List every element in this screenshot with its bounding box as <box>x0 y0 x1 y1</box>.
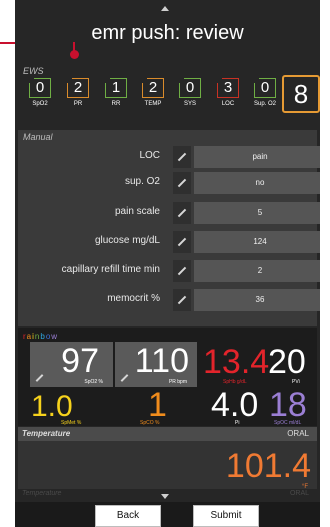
ews-score: 2 <box>142 78 164 98</box>
ews-label: SYS <box>183 101 196 107</box>
ews-item-rr: 1 RR <box>103 78 129 108</box>
manual-section-label: Manual <box>23 132 53 142</box>
pvi-label: PVi <box>292 379 300 385</box>
spmet-label: SpMet % <box>61 420 82 426</box>
spco-value: 1 <box>148 386 167 424</box>
manual-row-value[interactable]: 2 <box>194 260 320 282</box>
temperature-label: Temperature <box>22 429 71 438</box>
submit-button[interactable]: Submit <box>193 505 259 527</box>
edit-pencil-icon[interactable] <box>173 172 191 194</box>
ews-score: 3 <box>217 78 239 98</box>
page-title: emr push: review <box>91 22 244 44</box>
manual-panel: Manual LOC pain sup. O2 no pain scale 5 … <box>18 130 320 326</box>
ews-row: 0 SpO2 2 PR 1 RR 2 TEMP 0 SYS 3 LOC 0 Su… <box>15 78 320 124</box>
spo2-value: 97 <box>61 342 99 380</box>
sphb-label: SpHb g/dL <box>223 379 247 385</box>
scroll-down-icon[interactable] <box>161 494 169 499</box>
ews-label: Sup. O2 <box>253 101 276 107</box>
manual-row-label: pain scale <box>114 206 160 217</box>
edit-pencil-icon[interactable] <box>35 374 44 382</box>
manual-row-label: capillary refill time min <box>61 264 160 275</box>
ews-label: TEMP <box>144 101 162 107</box>
manual-row-value[interactable]: 5 <box>194 202 320 224</box>
manual-row-label: glucose mg/dL <box>94 235 160 246</box>
back-button[interactable]: Back <box>95 505 161 527</box>
pi-value: 4.0 <box>211 386 259 424</box>
temperature-panel[interactable]: 101.4 <box>18 441 317 489</box>
pi-label: Pi <box>235 420 240 426</box>
temperature-site: ORAL <box>287 429 309 438</box>
manual-row-memocrit: memocrit % 36 <box>18 289 320 311</box>
manual-row-capillary-refill: capillary refill time min 2 <box>18 260 320 282</box>
manual-row-label: sup. O2 <box>124 176 160 187</box>
manual-row-pain-scale: pain scale 5 <box>18 202 320 224</box>
ews-label: LOC <box>221 101 235 107</box>
rainbow-logo: rainbow <box>23 332 59 341</box>
ews-score: 0 <box>179 78 201 98</box>
manual-row-value[interactable]: no <box>194 172 320 194</box>
edit-pencil-icon[interactable] <box>173 289 191 311</box>
ews-score: 0 <box>254 78 276 98</box>
temperature-value: 101.4 <box>225 447 311 485</box>
spoc-value: 18 <box>269 386 307 424</box>
edit-pencil-icon[interactable] <box>173 231 191 253</box>
ews-label: RR <box>111 101 121 107</box>
sphb-value: 13.4 <box>203 343 270 381</box>
faint-section-label: Temperature <box>22 490 62 497</box>
edit-pencil-icon[interactable] <box>120 374 129 382</box>
ews-item-temp: 2 TEMP <box>140 78 166 108</box>
ews-score: 0 <box>29 78 51 98</box>
spco-label: SpCO % <box>140 420 160 426</box>
ews-label: PR <box>73 101 83 107</box>
temperature-header: Temperature ORAL <box>18 427 317 441</box>
faint-section-site: ORAL <box>289 490 309 497</box>
callout-dot <box>70 50 79 59</box>
spo2-label: SpO2 % <box>84 379 103 385</box>
pr-value: 110 <box>134 342 189 380</box>
ews-item-sys: 0 SYS <box>177 78 203 108</box>
manual-row-glucose: glucose mg/dL 124 <box>18 231 320 253</box>
spoc-label: SpOC ml/dL <box>274 420 302 426</box>
edit-pencil-icon[interactable] <box>173 202 191 224</box>
manual-row-value[interactable]: 36 <box>194 289 320 311</box>
manual-row-label: memocrit % <box>107 293 160 304</box>
manual-row-loc: LOC pain <box>18 146 320 168</box>
ews-item-spo2: 0 SpO2 <box>27 78 53 108</box>
spmet-value: 1.0 <box>31 390 73 423</box>
pvi-value: 20 <box>268 343 306 381</box>
manual-row-value[interactable]: 124 <box>194 231 320 253</box>
ews-score: 1 <box>105 78 127 98</box>
scroll-up-icon[interactable] <box>161 6 169 11</box>
ews-label: SpO2 <box>32 101 48 107</box>
ews-item-pr: 2 PR <box>65 78 91 108</box>
manual-row-value[interactable]: pain <box>194 146 320 168</box>
spo2-metric-tile[interactable]: 97 SpO2 % <box>30 342 113 387</box>
bottom-bar <box>15 502 320 527</box>
ews-item-sup-o2: 0 Sup. O2 <box>252 78 278 108</box>
device-screen: emr push: review EWS 0 SpO2 2 PR 1 RR 2 … <box>15 0 320 527</box>
ews-score: 2 <box>67 78 89 98</box>
pr-label: PR bpm <box>168 379 187 385</box>
edit-pencil-icon[interactable] <box>173 146 191 168</box>
edit-pencil-icon[interactable] <box>173 260 191 282</box>
ews-item-loc: 3 LOC <box>215 78 241 108</box>
pr-metric-tile[interactable]: 110 PR bpm <box>115 342 197 387</box>
manual-row-label: LOC <box>139 150 160 161</box>
manual-row-sup-o2: sup. O2 no <box>18 172 320 194</box>
ews-total-score: 8 <box>282 75 320 113</box>
ews-section-label: EWS <box>23 66 44 76</box>
